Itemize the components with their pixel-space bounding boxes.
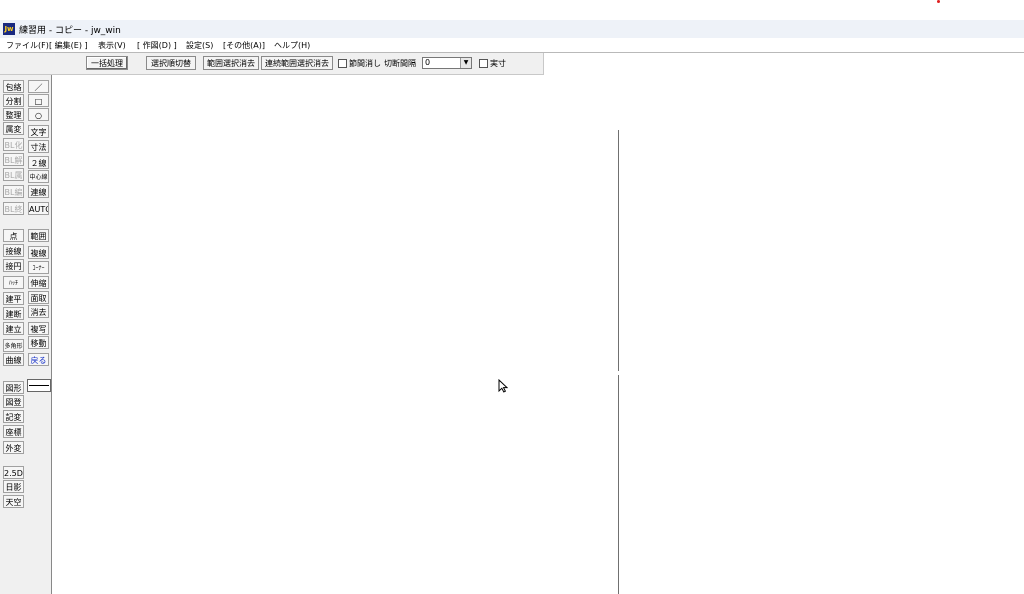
menu-file[interactable]: ファイル(F): [6, 40, 49, 51]
menu-bar: ファイル(F) [ 編集(E) ] 表示(V) [ 作図(D) ] 設定(S) …: [0, 39, 1024, 52]
title-bar: Jw 練習用 - コピー - jw_win: [0, 20, 1024, 38]
tool-parallel-line[interactable]: 複線: [28, 246, 49, 259]
chevron-down-icon[interactable]: ▼: [460, 58, 471, 68]
tool-coordinates[interactable]: 座標: [3, 425, 24, 438]
tool-corner[interactable]: ｺｰﾅｰ: [28, 261, 49, 274]
tool-circle[interactable]: ○: [28, 108, 49, 121]
tool-block-edit[interactable]: BL編: [3, 185, 24, 198]
menu-settings[interactable]: 設定(S): [186, 40, 213, 51]
tool-curve[interactable]: 曲線: [3, 353, 24, 366]
tool-envelope[interactable]: 包絡: [3, 80, 24, 93]
window-title: 練習用 - コピー - jw_win: [19, 26, 121, 36]
batch-process-button[interactable]: 一括処理: [86, 56, 128, 70]
tool-line[interactable]: ／: [28, 80, 49, 93]
actual-size-checkbox[interactable]: [479, 59, 488, 68]
tool-sky[interactable]: 天空: [3, 495, 24, 508]
tool-block-attribute[interactable]: BL属: [3, 168, 24, 181]
app-icon: Jw: [3, 23, 15, 35]
node-delete-label: 節間消し: [349, 59, 381, 68]
range-delete-button[interactable]: 範囲選択消去: [203, 56, 259, 70]
menu-draw[interactable]: [ 作図(D) ]: [137, 40, 177, 51]
tool-center-line[interactable]: 中心線: [28, 170, 49, 183]
tool-figure[interactable]: 図形: [3, 381, 24, 394]
tool-figure-register[interactable]: 図登: [3, 395, 24, 408]
tool-tangent-line[interactable]: 接線: [3, 244, 24, 257]
tool-double-line[interactable]: ２線: [28, 156, 49, 169]
tool-palette: 包絡 分割 整理 属変 BL化 BL解 BL属 BL編 BL終 ／ □ ○ 文字…: [0, 75, 52, 594]
tool-erase[interactable]: 消去: [28, 305, 49, 318]
tool-symbol-change[interactable]: 記変: [3, 410, 24, 423]
node-delete-checkbox[interactable]: [338, 59, 347, 68]
tool-polygon[interactable]: 多角形: [3, 339, 24, 352]
tool-attribute-change[interactable]: 属変: [3, 122, 24, 135]
cut-interval-select[interactable]: 0 ▼: [422, 57, 472, 69]
toolbar: 一括処理 選択順切替 範囲選択消去 連続範囲選択消去 節間消し 切断間隔 0 ▼…: [0, 53, 544, 75]
tool-organize[interactable]: 整理: [3, 108, 24, 121]
tool-block-create[interactable]: BL化: [3, 138, 24, 151]
menu-help[interactable]: ヘルプ(H): [274, 40, 310, 51]
tool-sun-shadow[interactable]: 日影: [3, 480, 24, 493]
tool-copy[interactable]: 複写: [28, 322, 49, 335]
actual-size-label: 実寸: [490, 59, 506, 68]
line-type-swatch[interactable]: [27, 379, 51, 392]
line-gap: [617, 371, 620, 375]
tool-building-elevation[interactable]: 建立: [3, 322, 24, 335]
tool-block-dissolve[interactable]: BL解: [3, 153, 24, 166]
tool-dimension[interactable]: 寸法: [28, 140, 49, 153]
line-sample: [29, 385, 49, 386]
tool-text[interactable]: 文字: [28, 125, 49, 138]
tool-undo[interactable]: 戻る: [28, 353, 49, 366]
tool-stretch[interactable]: 伸縮: [28, 276, 49, 289]
tool-external-change[interactable]: 外変: [3, 441, 24, 454]
menu-edit[interactable]: [ 編集(E) ]: [49, 40, 88, 51]
status-dot: [937, 0, 940, 3]
continuous-range-delete-button[interactable]: 連続範囲選択消去: [261, 56, 333, 70]
tool-chamfer[interactable]: 面取: [28, 291, 49, 304]
tool-hatch[interactable]: ﾊｯﾁ: [3, 276, 24, 289]
drawing-canvas[interactable]: [52, 75, 1024, 594]
tool-move[interactable]: 移動: [28, 336, 49, 349]
tool-continuous-line[interactable]: 連線: [28, 185, 49, 198]
drawn-vertical-line: [618, 130, 619, 594]
arrow-cursor-icon: [498, 379, 508, 393]
cut-interval-value: 0: [425, 58, 431, 67]
select-order-button[interactable]: 選択順切替: [146, 56, 196, 70]
tool-building-section[interactable]: 建断: [3, 307, 24, 320]
tool-rectangle[interactable]: □: [28, 94, 49, 107]
tool-divide[interactable]: 分割: [3, 94, 24, 107]
tool-tangent-circle[interactable]: 接円: [3, 259, 24, 272]
tool-auto[interactable]: AUTO: [28, 202, 49, 215]
menu-view[interactable]: 表示(V): [98, 40, 126, 51]
menu-other[interactable]: [その他(A)]: [223, 40, 265, 51]
tool-point[interactable]: 点: [3, 229, 24, 242]
tool-building-plan[interactable]: 建平: [3, 292, 24, 305]
tool-block-end[interactable]: BL終: [3, 202, 24, 215]
cut-interval-label: 切断間隔: [384, 59, 416, 68]
tool-range[interactable]: 範囲: [28, 229, 49, 242]
tool-2-5d[interactable]: 2.5D: [3, 466, 24, 479]
